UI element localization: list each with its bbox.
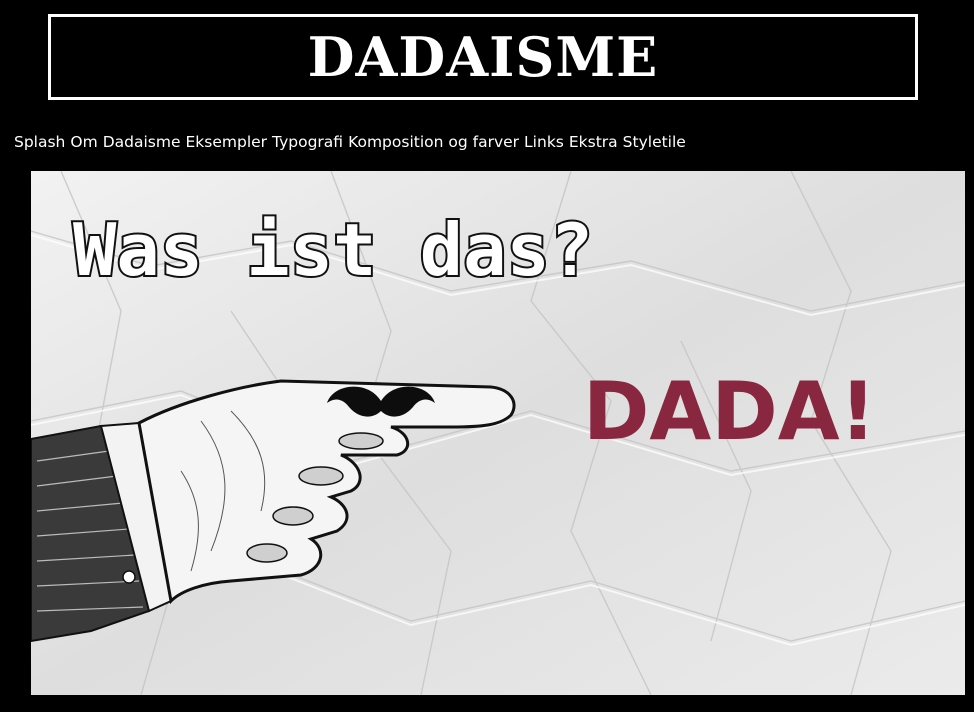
nav-item-om[interactable]: Om [70, 133, 97, 151]
main-nav: Splash Om Dadaisme Eksempler Typografi K… [14, 133, 691, 151]
nav-item-komposition-og-farver[interactable]: Komposition og farver [348, 133, 519, 151]
site-title-box: DADAISME [48, 14, 918, 100]
nav-item-dadaisme[interactable]: Dadaisme [103, 133, 181, 151]
nav-item-splash[interactable]: Splash [14, 133, 65, 151]
nav-item-links[interactable]: Links [524, 133, 564, 151]
nav-item-ekstra[interactable]: Ekstra [569, 133, 618, 151]
hero-graphic: Was ist das? DADA! [31, 171, 965, 695]
nav-item-typografi[interactable]: Typografi [272, 133, 343, 151]
answer-text: DADA! [583, 365, 876, 458]
nav-item-styletile[interactable]: Styletile [623, 133, 686, 151]
site-title: DADAISME [307, 25, 659, 89]
hero-image: Was ist das? DADA! [31, 171, 965, 695]
nav-item-eksempler[interactable]: Eksempler [186, 133, 268, 151]
headline-text: Was ist das? [73, 208, 593, 292]
